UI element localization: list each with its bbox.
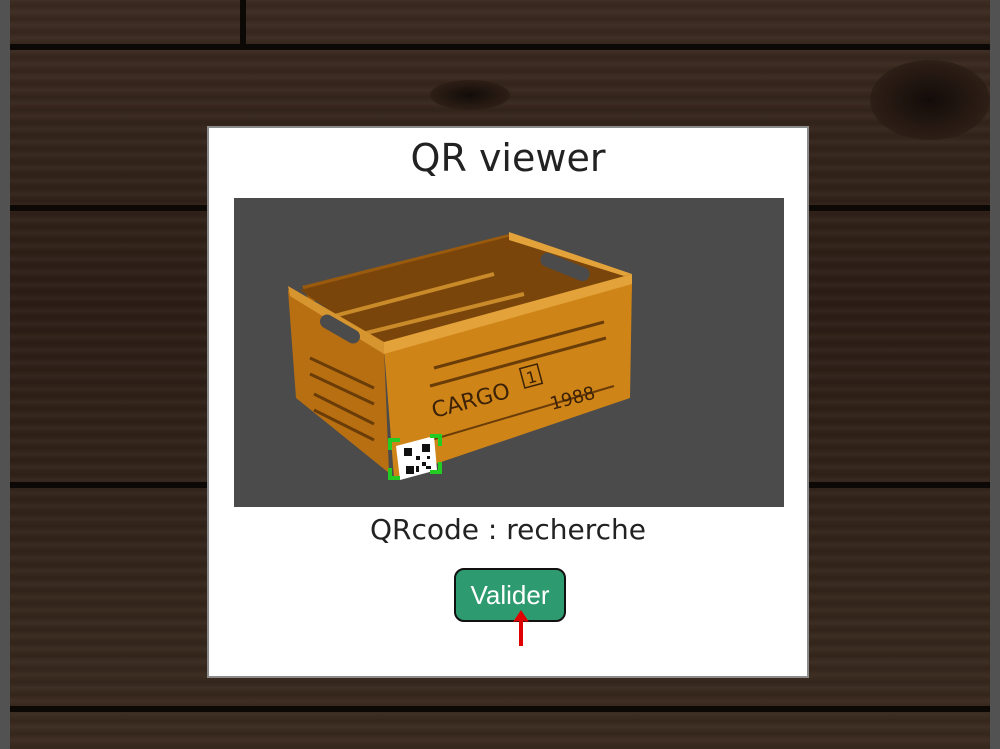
wood-knot <box>430 80 510 110</box>
window-edge-right <box>990 0 1000 749</box>
qr-status-text: QRcode : recherche <box>369 513 646 546</box>
plank-joint <box>240 0 246 44</box>
window-edge-left <box>0 0 10 749</box>
qr-viewer-card: QR viewer CARGO 1 1988 QRcode: recherch… <box>207 126 809 678</box>
wood-knot <box>870 60 990 140</box>
plank-seam <box>10 706 990 712</box>
page-title: QR viewer <box>410 136 606 180</box>
crate-image: CARGO 1 1988 <box>288 232 632 480</box>
pointer-arrow-icon <box>513 610 529 646</box>
camera-viewer: CARGO 1 1988 <box>234 198 784 507</box>
plank-seam <box>10 44 990 50</box>
